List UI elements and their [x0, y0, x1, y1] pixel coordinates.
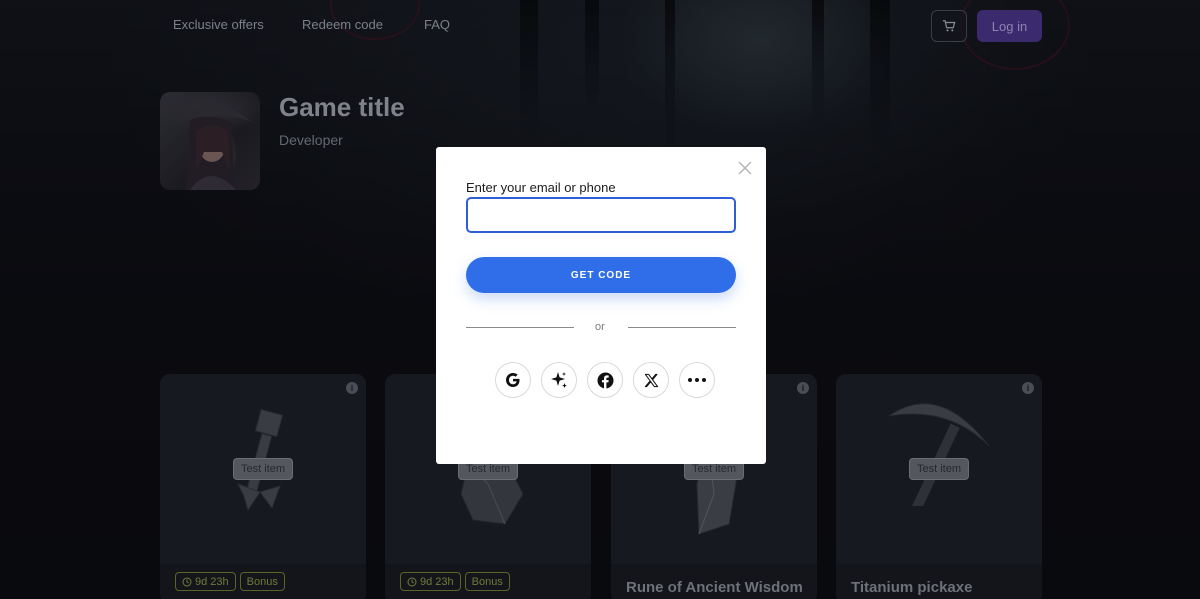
info-icon[interactable]: i [797, 382, 809, 394]
or-label: or [595, 321, 605, 333]
item-badge: Test item [232, 458, 294, 480]
clock-icon [182, 577, 192, 586]
item-card[interactable]: i Test item 9d 23h Bonus [160, 374, 366, 599]
page: Exclusive offers Redeem code FAQ Log in … [0, 0, 1200, 599]
item-name: Rune of Ancient Wisdom [626, 579, 803, 596]
email-phone-input[interactable] [466, 197, 736, 233]
close-icon[interactable] [737, 160, 753, 176]
sparkle-icon [551, 372, 567, 388]
nav-faq[interactable]: FAQ [424, 17, 450, 32]
login-modal: Enter your email or phone GET CODE or [436, 147, 766, 464]
item-badge: Test item [908, 458, 970, 480]
bonus-chip: Bonus [239, 572, 285, 591]
divider-right [628, 327, 736, 328]
item-name: Titanium pickaxe [851, 579, 973, 596]
cart-button[interactable] [931, 10, 967, 42]
login-button[interactable]: Log in [977, 10, 1042, 42]
item-card[interactable]: i Test item Titanium pickaxe [836, 374, 1042, 599]
cart-icon [942, 20, 956, 32]
timer-text: 9d 23h [195, 575, 229, 588]
game-title: Game title [279, 92, 405, 122]
sparkle-login-button[interactable] [541, 362, 577, 398]
divider-left [466, 327, 574, 328]
game-cover-image [160, 92, 260, 190]
timer-text: 9d 23h [420, 575, 454, 588]
nav-redeem-code[interactable]: Redeem code [302, 17, 383, 32]
google-icon [506, 373, 520, 387]
google-login-button[interactable] [495, 362, 531, 398]
x-icon [644, 373, 658, 387]
email-phone-label: Enter your email or phone [466, 180, 616, 195]
timer-chip: 9d 23h [400, 572, 461, 591]
x-login-button[interactable] [633, 362, 669, 398]
facebook-icon [597, 372, 613, 388]
item-image [888, 403, 990, 506]
clock-icon [407, 577, 417, 586]
get-code-button[interactable]: GET CODE [466, 257, 736, 293]
more-icon [688, 378, 706, 382]
timer-chip: 9d 23h [175, 572, 236, 591]
bonus-chip: Bonus [464, 572, 510, 591]
nav-exclusive-offers[interactable]: Exclusive offers [173, 17, 264, 32]
info-icon[interactable]: i [1022, 382, 1034, 394]
game-developer: Developer [279, 132, 343, 148]
more-options-button[interactable] [679, 362, 715, 398]
info-icon[interactable]: i [346, 382, 358, 394]
facebook-login-button[interactable] [587, 362, 623, 398]
